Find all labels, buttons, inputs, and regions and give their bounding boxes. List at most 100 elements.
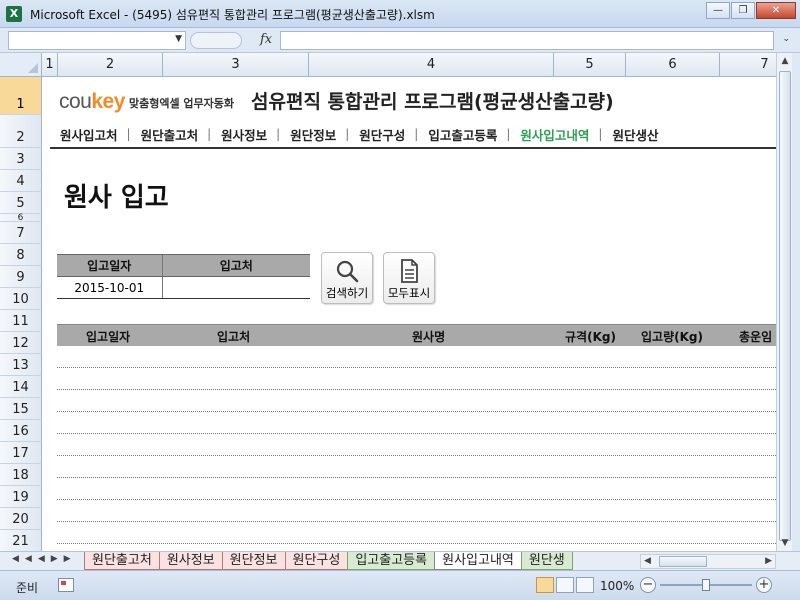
scroll-left-icon[interactable]: ◀ [644,555,651,568]
row-header[interactable]: 20 [0,508,42,530]
tab-navigation-arrows[interactable]: ◀◀◀▶▶ [12,554,77,564]
app-title: 섬유편직 통합관리 프로그램(평균생산출고량) [251,91,614,113]
column-header[interactable]: 1 [42,53,58,77]
table-row[interactable] [57,346,776,368]
row-header[interactable]: 3 [0,148,42,170]
restore-button[interactable]: ❐ [731,2,755,19]
sheet-tab[interactable]: 원사정보 [158,552,223,570]
table-row[interactable] [57,478,776,500]
list-header: 입고일자 입고처 원사명 규격(Kg) 입고량(Kg) 총운임 [57,324,776,346]
formula-cancel-enter-area [190,32,242,49]
macro-record-icon[interactable] [58,578,74,592]
table-row[interactable] [57,368,776,390]
zoom-out-icon[interactable]: − [640,577,656,593]
sheet-tabs: 원단출고처 원사정보 원단정보 원단구성 입고출고등록 원사입고내역 원단생 [84,552,573,571]
table-row[interactable] [57,500,776,522]
row-header[interactable]: 19 [0,486,42,508]
row-header[interactable]: 14 [0,376,42,398]
horizontal-scrollbar[interactable]: ◀ ▶ [640,554,776,569]
row-header[interactable]: 5 [0,192,42,214]
nav-menu: 원사입고처 | 원단출고처 | 원사정보 | 원단정보 | 원단구성 | 입고출고등록 | 원사입고내역… [50,121,776,149]
formula-bar: ▼ fx ⌄ [0,28,800,53]
row-header[interactable]: 7 [0,222,42,244]
row-header[interactable]: 2 [0,115,42,148]
logo-subtitle: 맞춤형엑셀 업무자동화 [129,97,235,110]
nav-item[interactable]: 원사입고처 [50,125,127,144]
row-header[interactable]: 16 [0,420,42,442]
vertical-scroll-thumb[interactable] [779,71,791,541]
row-header[interactable]: 15 [0,398,42,420]
excel-app-icon: X [6,6,22,22]
nav-item[interactable]: 원단출고처 [131,125,208,144]
row-header[interactable]: 6 [0,213,42,223]
nav-item[interactable]: 원사입고내역 [510,125,598,144]
select-all-corner[interactable] [0,53,42,77]
normal-view-button[interactable] [536,577,554,593]
table-row[interactable] [57,522,776,544]
row-number: 3 [16,152,25,167]
column-header[interactable]: 3 [163,53,309,77]
filter-supplier-input[interactable] [161,276,310,299]
column-header[interactable]: 6 [626,53,720,77]
insert-function-icon[interactable]: fx [260,32,272,47]
table-row[interactable] [57,390,776,412]
row-number: 2 [16,130,25,145]
zoom-slider-thumb[interactable] [702,579,710,591]
scroll-up-icon[interactable]: ▲ [777,53,793,69]
name-box[interactable]: ▼ [8,31,186,50]
nav-item[interactable]: 입고출고등록 [418,125,506,144]
page-break-view-button[interactable] [576,577,594,593]
row-header[interactable]: 9 [0,266,42,288]
row-header[interactable]: 1 [0,77,42,115]
list-rows [57,346,776,551]
formula-tools: fx [188,31,278,50]
column-header[interactable]: 4 [309,53,554,77]
row-number: 17 [12,446,29,461]
status-ready-text: 준비 [16,581,39,595]
status-bar: 준비 100% − + [0,570,800,600]
sheet-tab[interactable]: 원단출고처 [84,552,160,570]
formula-input[interactable] [280,31,774,50]
column-header[interactable]: 2 [58,53,163,77]
view-buttons [536,577,596,593]
chevron-down-icon[interactable]: ▼ [175,34,182,44]
list-header-freight: 총운임 [739,330,773,344]
sheet-tab[interactable]: 원단정보 [221,552,286,570]
sheet-tab[interactable]: 원단구성 [284,552,349,570]
show-all-button[interactable]: 모두표시 [383,252,435,304]
row-header[interactable]: 18 [0,464,42,486]
minimize-button[interactable]: — [706,2,730,19]
scroll-right-icon[interactable]: ▶ [765,555,772,568]
close-button[interactable]: ✕ [756,2,796,19]
zoom-level[interactable]: 100% [600,579,634,593]
row-header[interactable]: 13 [0,354,42,376]
sheet-tab[interactable]: 원단생 [520,552,573,570]
row-header[interactable]: 12 [0,332,42,354]
filter-date-input[interactable]: 2015-10-01 [57,276,162,299]
vertical-scrollbar[interactable]: ▲ ▼ [776,53,792,551]
table-row[interactable] [57,544,776,551]
column-header[interactable]: 5 [554,53,626,77]
horizontal-scroll-thumb[interactable] [659,556,707,567]
table-row[interactable] [57,412,776,434]
table-row[interactable] [57,434,776,456]
sheet-tab[interactable]: 입고출고등록 [347,552,436,570]
table-row[interactable] [57,456,776,478]
row-header[interactable]: 4 [0,170,42,192]
row-header[interactable]: 11 [0,310,42,332]
row-number: 21 [12,534,29,549]
page-layout-view-button[interactable] [556,577,574,593]
nav-item[interactable]: 원사정보 [211,125,276,144]
nav-item[interactable]: 원단구성 [349,125,414,144]
search-button[interactable]: 검색하기 [321,252,373,304]
row-header[interactable]: 10 [0,288,42,310]
expand-formula-bar-icon[interactable]: ⌄ [782,34,790,44]
scroll-down-icon[interactable]: ▼ [777,535,793,551]
row-header[interactable]: 8 [0,244,42,266]
zoom-in-icon[interactable]: + [756,577,772,593]
sheet-tab[interactable]: 원사입고내역 [434,552,522,570]
nav-item[interactable]: 원단정보 [280,125,345,144]
row-header[interactable]: 17 [0,442,42,464]
nav-item[interactable]: 원단생산 [602,125,667,144]
row-header[interactable]: 21 [0,530,42,551]
